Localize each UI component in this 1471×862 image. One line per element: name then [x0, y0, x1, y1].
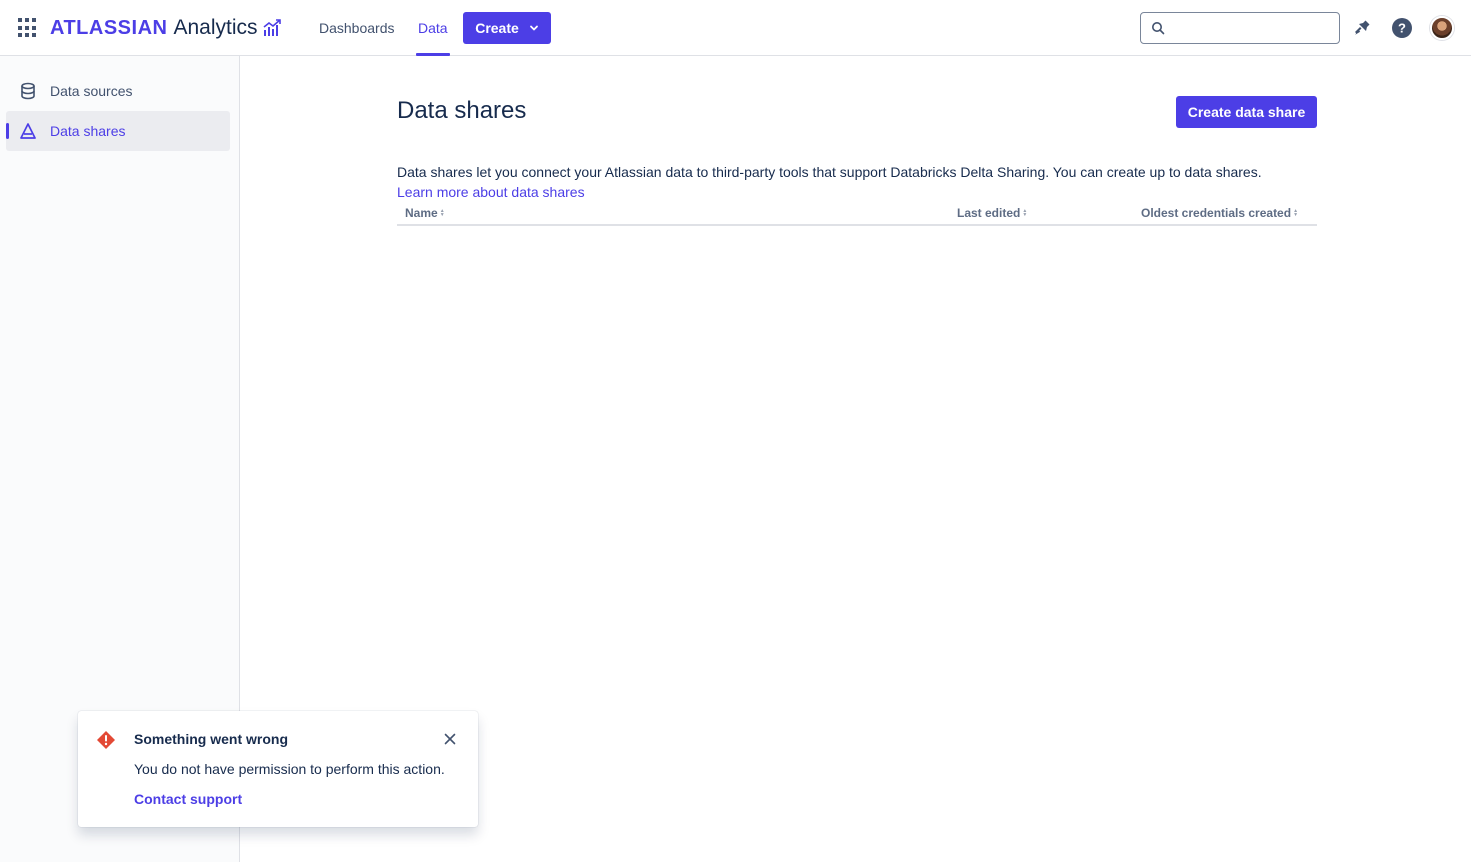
- user-avatar[interactable]: [1430, 16, 1454, 40]
- search-input[interactable]: [1171, 20, 1331, 36]
- create-data-share-button[interactable]: Create data share: [1176, 96, 1317, 128]
- sidebar-item-data-shares[interactable]: Data shares: [6, 111, 230, 151]
- column-header-oldest-credentials[interactable]: Oldest credentials created ▲ ▼: [1141, 206, 1298, 220]
- column-header-label: Last edited: [957, 206, 1021, 220]
- search-box[interactable]: [1140, 12, 1340, 44]
- sidebar-item-data-sources[interactable]: Data sources: [6, 71, 230, 111]
- sort-icon: ▲ ▼: [1022, 208, 1028, 218]
- flag-message: You do not have permission to perform th…: [134, 761, 445, 777]
- notification-bell-icon: [1355, 20, 1370, 35]
- nav-dashboards[interactable]: Dashboards: [319, 0, 395, 56]
- delta-share-icon: [18, 121, 38, 141]
- close-flag-button[interactable]: [441, 730, 459, 748]
- logo-product: Analytics: [173, 16, 258, 39]
- database-icon: [18, 81, 38, 101]
- top-navigation: ATLASSIAN Analytics Dashboards Data Crea…: [0, 0, 1471, 56]
- product-logo[interactable]: ATLASSIAN Analytics: [50, 14, 282, 42]
- page-title: Data shares: [397, 97, 527, 124]
- sort-icon: ▲ ▼: [1293, 208, 1299, 218]
- sidebar-item-label: Data shares: [50, 123, 126, 139]
- error-icon: [97, 731, 115, 749]
- sort-icon: ▲ ▼: [439, 208, 445, 218]
- contact-support-link[interactable]: Contact support: [134, 791, 242, 807]
- create-button-label: Create: [475, 20, 519, 36]
- column-header-last-edited[interactable]: Last edited ▲ ▼: [957, 206, 1027, 220]
- sidebar-item-label: Data sources: [50, 83, 133, 99]
- analytics-chart-icon: [263, 19, 281, 36]
- table-header: Name ▲ ▼ Last edited ▲ ▼ Oldest credential…: [397, 204, 1317, 226]
- column-header-label: Name: [405, 206, 438, 220]
- svg-text:?: ?: [1398, 21, 1406, 36]
- notifications-button[interactable]: [1350, 16, 1374, 40]
- nav-data[interactable]: Data: [416, 0, 450, 56]
- flag-title: Something went wrong: [134, 731, 288, 747]
- create-button[interactable]: Create: [463, 12, 551, 44]
- column-header-label: Oldest credentials created: [1141, 206, 1292, 220]
- help-button[interactable]: ?: [1390, 16, 1414, 40]
- logo-brand: ATLASSIAN: [50, 16, 168, 39]
- error-flag: Something went wrong You do not have per…: [78, 711, 478, 827]
- learn-more-link[interactable]: Learn more about data shares: [397, 182, 585, 202]
- search-icon: [1152, 22, 1165, 35]
- column-header-name[interactable]: Name ▲ ▼: [405, 206, 445, 220]
- app-switcher-icon[interactable]: [18, 18, 38, 38]
- page-description: Data shares let you connect your Atlassi…: [397, 164, 1262, 180]
- chevron-down-icon: [529, 25, 538, 31]
- close-icon: [444, 733, 456, 745]
- help-icon: ?: [1392, 18, 1412, 38]
